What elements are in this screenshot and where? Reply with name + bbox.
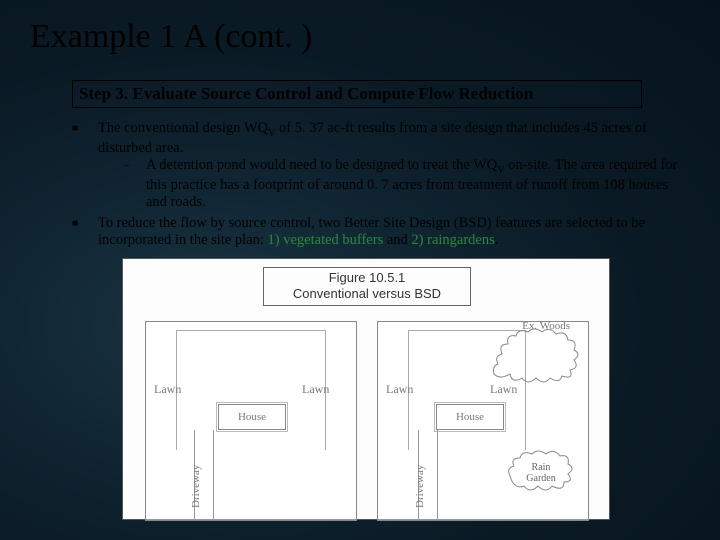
slide-title: Example 1 A (cont. ) (30, 18, 312, 56)
lawn-label-left: Lawn (154, 382, 181, 397)
figure-caption-line1: Figure 10.5.1 (264, 270, 470, 286)
house-box: House (218, 404, 286, 430)
figure-caption: Figure 10.5.1 Conventional versus BSD (263, 267, 471, 306)
bullet-1-pre: The conventional design WQ (98, 120, 268, 136)
ex-woods-label: Ex. Woods (522, 320, 570, 332)
driveway-label: Driveway (414, 465, 426, 508)
bullet-2-post: . (495, 232, 499, 248)
lawn-label-left: Lawn (386, 382, 413, 397)
bullet-marker-icon: ■ (72, 215, 98, 249)
road-line (378, 519, 588, 520)
bullet-1a-sub: V (497, 165, 504, 176)
bullet-1a: – A detention pond would need to be desi… (124, 157, 682, 211)
figure-container: Figure 10.5.1 Conventional versus BSD La… (122, 258, 610, 520)
house-box: House (436, 404, 504, 430)
figure-caption-line2: Conventional versus BSD (264, 286, 470, 302)
rain-garden-label-l2: Garden (526, 473, 555, 484)
dash-marker-icon: – (124, 157, 146, 211)
driveway-label: Driveway (190, 465, 202, 508)
bullet-2-mid: and (383, 232, 411, 248)
bullet-2-highlight-2: 2) raingardens (411, 232, 494, 248)
bullet-1: ■ The conventional design WQV of 5. 37 a… (72, 120, 682, 213)
figure-panel-conventional: Lawn Lawn House Driveway (145, 321, 357, 521)
rain-garden-label-l1: Rain (532, 462, 551, 473)
woods-scallop-icon (490, 324, 582, 388)
bullet-marker-icon: ■ (72, 120, 98, 213)
step-heading-text: Step 3. Evaluate Source Control and Comp… (79, 84, 533, 103)
step-heading-box: Step 3. Evaluate Source Control and Comp… (72, 80, 642, 108)
rain-garden-label: Rain Garden (508, 463, 574, 484)
bullet-1a-pre: A detention pond would need to be design… (146, 157, 497, 173)
bullet-list: ■ The conventional design WQV of 5. 37 a… (72, 120, 682, 251)
road-line (146, 519, 356, 520)
lawn-label-right: Lawn (302, 382, 329, 397)
figure-panel-bsd: Lawn Lawn House Driveway Ex. Woods Rain … (377, 321, 589, 521)
bullet-2: ■ To reduce the flow by source control, … (72, 215, 682, 249)
bullet-2-highlight-1: 1) vegetated buffers (268, 232, 384, 248)
